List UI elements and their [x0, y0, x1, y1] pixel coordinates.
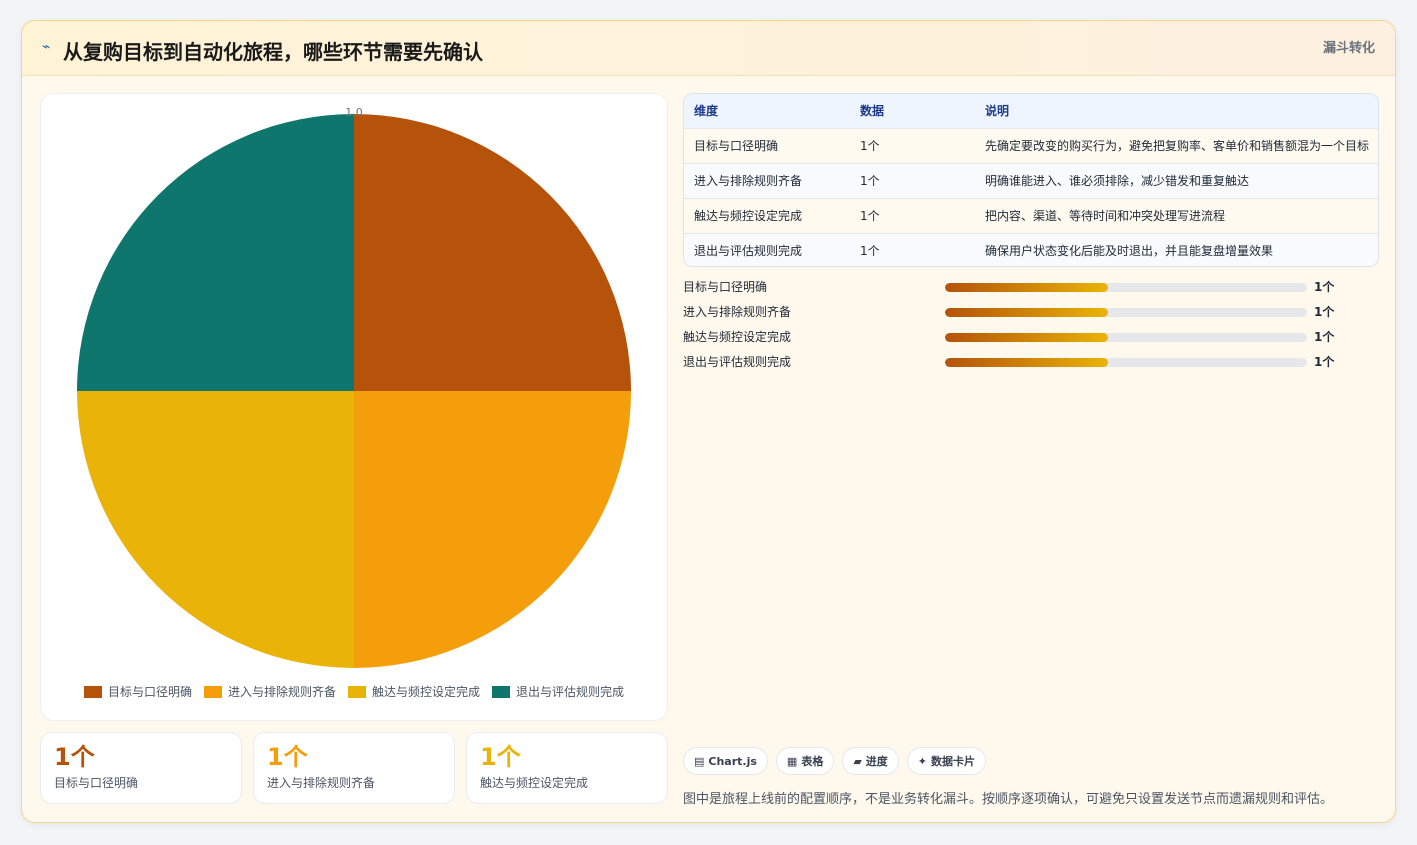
- table-cell: 明确谁能进入、谁必须排除，减少错发和重复触达: [985, 174, 1250, 188]
- table-row: 触达与频控设定完成 1个 把内容、渠道、等待时间和冲突处理写进流程: [684, 198, 1378, 233]
- kpi-label: 触达与频控设定完成: [480, 776, 589, 790]
- pie-slice[interactable]: [77, 391, 354, 668]
- kpi-card: 1个 触达与频控设定完成: [466, 732, 668, 804]
- progress-track: [945, 283, 1307, 292]
- chip-icon: ▤: [694, 754, 705, 768]
- feature-chip[interactable]: ▰ 进度: [842, 747, 899, 775]
- table-cell: 退出与评估规则完成: [694, 244, 803, 259]
- progress-fill: [945, 308, 1108, 317]
- progress-value: 1个: [1314, 355, 1335, 369]
- kpi-value: 1个: [267, 743, 308, 771]
- progress-value: 1个: [1314, 330, 1335, 344]
- kpi-card: 1个 目标与口径明确: [40, 732, 242, 804]
- legend-item[interactable]: 触达与频控设定完成: [348, 683, 480, 700]
- table-cell: 把内容、渠道、等待时间和冲突处理写进流程: [985, 209, 1226, 223]
- chip-icon: ▰: [853, 754, 862, 768]
- chip-icon: ▦: [786, 754, 798, 768]
- kpi-value: 1个: [54, 743, 95, 771]
- table-cell: 1个: [860, 244, 880, 259]
- progress-label: 触达与频控设定完成: [683, 330, 792, 344]
- progress-fill: [945, 358, 1108, 367]
- card-header: ⌁ 从复购目标到自动化旅程，哪些环节需要先确认 漏斗转化: [22, 21, 1395, 76]
- bolt-icon: ⌁: [42, 39, 51, 55]
- footnote: 图中是旅程上线前的配置顺序，不是业务转化漏斗。按顺序逐项确认，可避免只设置发送节…: [683, 792, 1334, 807]
- chip-label: Chart.js: [708, 754, 757, 768]
- table-header-row: 维度 数据 说明: [684, 94, 1378, 128]
- kpi-value: 1个: [480, 743, 521, 771]
- feature-chip[interactable]: ✦ 数据卡片: [906, 747, 987, 775]
- chart-legend: 目标与口径明确 进入与排除规则齐备 触达与频控设定完成 退出与评估规则完成: [41, 683, 667, 700]
- progress-track: [945, 333, 1307, 342]
- kpi-label: 目标与口径明确: [54, 776, 139, 790]
- pie-slice[interactable]: [354, 391, 631, 668]
- pie-chart-panel: 1.0 目标与口径明确 进入与排除规则齐备 触达与频控设定完成 退出与评估规则完成: [40, 93, 668, 721]
- axis-tick-label: 1.0: [345, 106, 363, 119]
- table-cell: 1个: [860, 139, 880, 153]
- progress-track: [945, 308, 1307, 317]
- table-cell: 1个: [860, 209, 880, 223]
- table-row: 目标与口径明确 1个 先确定要改变的购买行为，避免把复购率、客单价和销售额混为一…: [684, 128, 1378, 163]
- column-header: 维度: [694, 104, 719, 119]
- progress-label: 进入与排除规则齐备: [683, 305, 792, 319]
- progress-row: 触达与频控设定完成 1个: [683, 327, 1383, 352]
- pie-chart: 1.0: [77, 106, 631, 668]
- pie-slice[interactable]: [77, 114, 354, 391]
- data-table: 维度 数据 说明 目标与口径明确 1个 先确定要改变的购买行为，避免把复购率、客…: [683, 93, 1379, 267]
- legend-label: 触达与频控设定完成: [372, 685, 481, 699]
- kpi-card: 1个 进入与排除规则齐备: [253, 732, 455, 804]
- pie-slice[interactable]: [354, 114, 631, 391]
- progress-fill: [945, 333, 1108, 342]
- table-row: 进入与排除规则齐备 1个 明确谁能进入、谁必须排除，减少错发和重复触达: [684, 163, 1378, 198]
- legend-swatch: [348, 685, 366, 698]
- progress-label: 退出与评估规则完成: [683, 355, 792, 369]
- legend-item[interactable]: 退出与评估规则完成: [492, 683, 624, 700]
- chip-label: 进度: [865, 755, 888, 768]
- chip-label: 表格: [801, 755, 824, 768]
- table-cell: 进入与排除规则齐备: [694, 174, 803, 188]
- chip-icon: ✦: [917, 754, 928, 768]
- legend-label: 退出与评估规则完成: [516, 685, 625, 699]
- kpi-label: 进入与排除规则齐备: [267, 776, 376, 790]
- kpi-cards: 1个 目标与口径明确 1个 进入与排除规则齐备 1个 触达与频控设定完成: [40, 732, 668, 804]
- column-header: 说明: [985, 104, 1010, 119]
- progress-value: 1个: [1314, 305, 1335, 319]
- progress-list: 目标与口径明确 1个 进入与排除规则齐备 1个 触达与频控设定完成 1个 退出与评估规则完成…: [683, 277, 1383, 377]
- chip-label: 数据卡片: [931, 755, 976, 768]
- feature-chip[interactable]: ▦ 表格: [775, 747, 835, 775]
- legend-item[interactable]: 目标与口径明确: [83, 683, 192, 700]
- progress-track: [945, 358, 1307, 367]
- table-cell: 触达与频控设定完成: [694, 209, 803, 223]
- main-card: ⌁ 从复购目标到自动化旅程，哪些环节需要先确认 漏斗转化 1.0 目标与口径明确…: [21, 20, 1396, 823]
- legend-label: 目标与口径明确: [107, 685, 192, 699]
- progress-row: 退出与评估规则完成 1个: [683, 352, 1383, 377]
- progress-label: 目标与口径明确: [683, 280, 768, 294]
- legend-swatch: [203, 685, 222, 698]
- table-cell: 先确定要改变的购买行为，避免把复购率、客单价和销售额混为一个目标: [985, 139, 1370, 153]
- table-cell: 确保用户状态变化后能及时退出，并且能复盘增量效果: [985, 244, 1274, 259]
- progress-row: 目标与口径明确 1个: [683, 277, 1383, 302]
- category-tag: 漏斗转化: [1322, 41, 1375, 56]
- column-header: 数据: [860, 104, 885, 119]
- table-cell: 1个: [860, 174, 880, 188]
- legend-swatch: [83, 685, 102, 698]
- progress-fill: [945, 283, 1108, 292]
- page-title: 从复购目标到自动化旅程，哪些环节需要先确认: [63, 40, 483, 64]
- feature-chip[interactable]: ▤ Chart.js: [683, 747, 768, 775]
- table-row: 退出与评估规则完成 1个 确保用户状态变化后能及时退出，并且能复盘增量效果: [684, 233, 1378, 266]
- legend-label: 进入与排除规则齐备: [227, 685, 336, 699]
- table-cell: 目标与口径明确: [694, 139, 779, 153]
- progress-value: 1个: [1314, 280, 1335, 294]
- feature-chips: ▤ Chart.js ▦ 表格 ▰ 进度 ✦ 数据卡片: [683, 747, 987, 775]
- legend-item[interactable]: 进入与排除规则齐备: [203, 683, 336, 700]
- legend-swatch: [492, 685, 511, 698]
- progress-row: 进入与排除规则齐备 1个: [683, 302, 1383, 327]
